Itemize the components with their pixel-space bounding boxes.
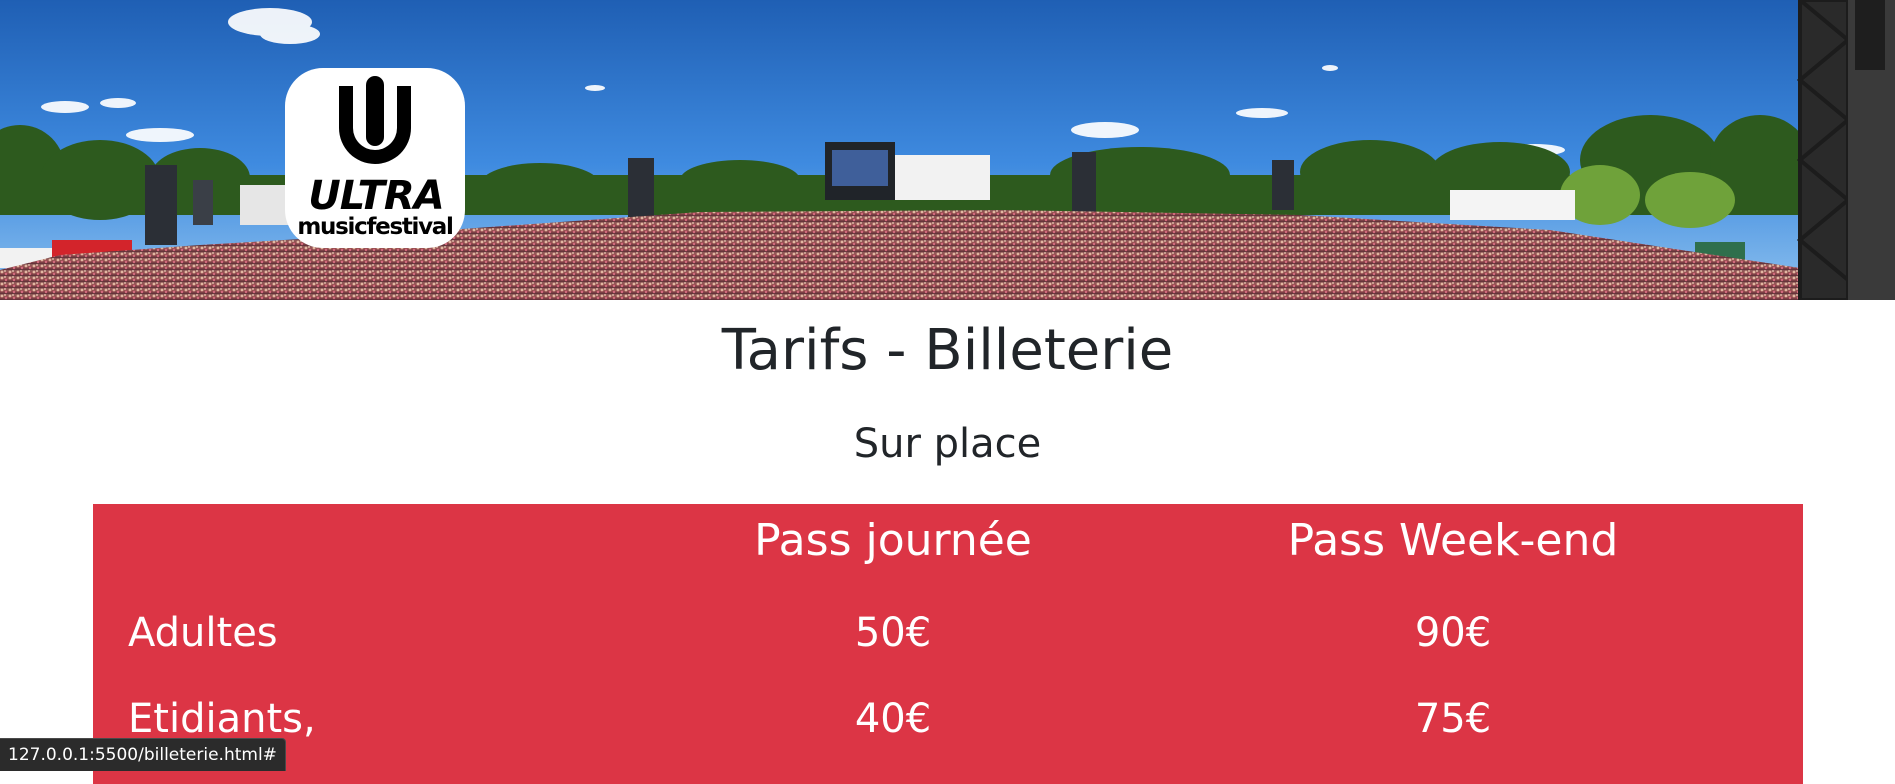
price-adults-weekend: 90€ <box>1414 610 1492 656</box>
page-title: Tarifs - Billeterie <box>721 318 1174 383</box>
row-label-students: Etidiants, <box>128 696 316 742</box>
logo-wordmark: ULTRA <box>308 173 444 219</box>
table-header-weekend-pass: Pass Week-end <box>1287 515 1619 566</box>
table-header-day-pass: Pass journée <box>754 515 1032 566</box>
pricing-table: Pass journée Pass Week-end Adultes 50€ 9… <box>93 504 1803 784</box>
ultra-logo[interactable]: ULTRA musicfestival <box>285 68 465 248</box>
logo-subtitle: musicfestival <box>297 214 454 240</box>
price-students-weekend: 75€ <box>1414 696 1492 742</box>
ultra-u-icon <box>339 76 411 164</box>
price-students-day: 40€ <box>854 696 932 742</box>
price-adults-day: 50€ <box>854 610 932 656</box>
row-label-adults: Adultes <box>128 610 278 656</box>
section-title: Sur place <box>853 421 1042 467</box>
festival-banner: ULTRA musicfestival <box>0 0 1895 300</box>
link-preview-status-bar: 127.0.0.1:5500/billeterie.html# <box>0 738 286 771</box>
